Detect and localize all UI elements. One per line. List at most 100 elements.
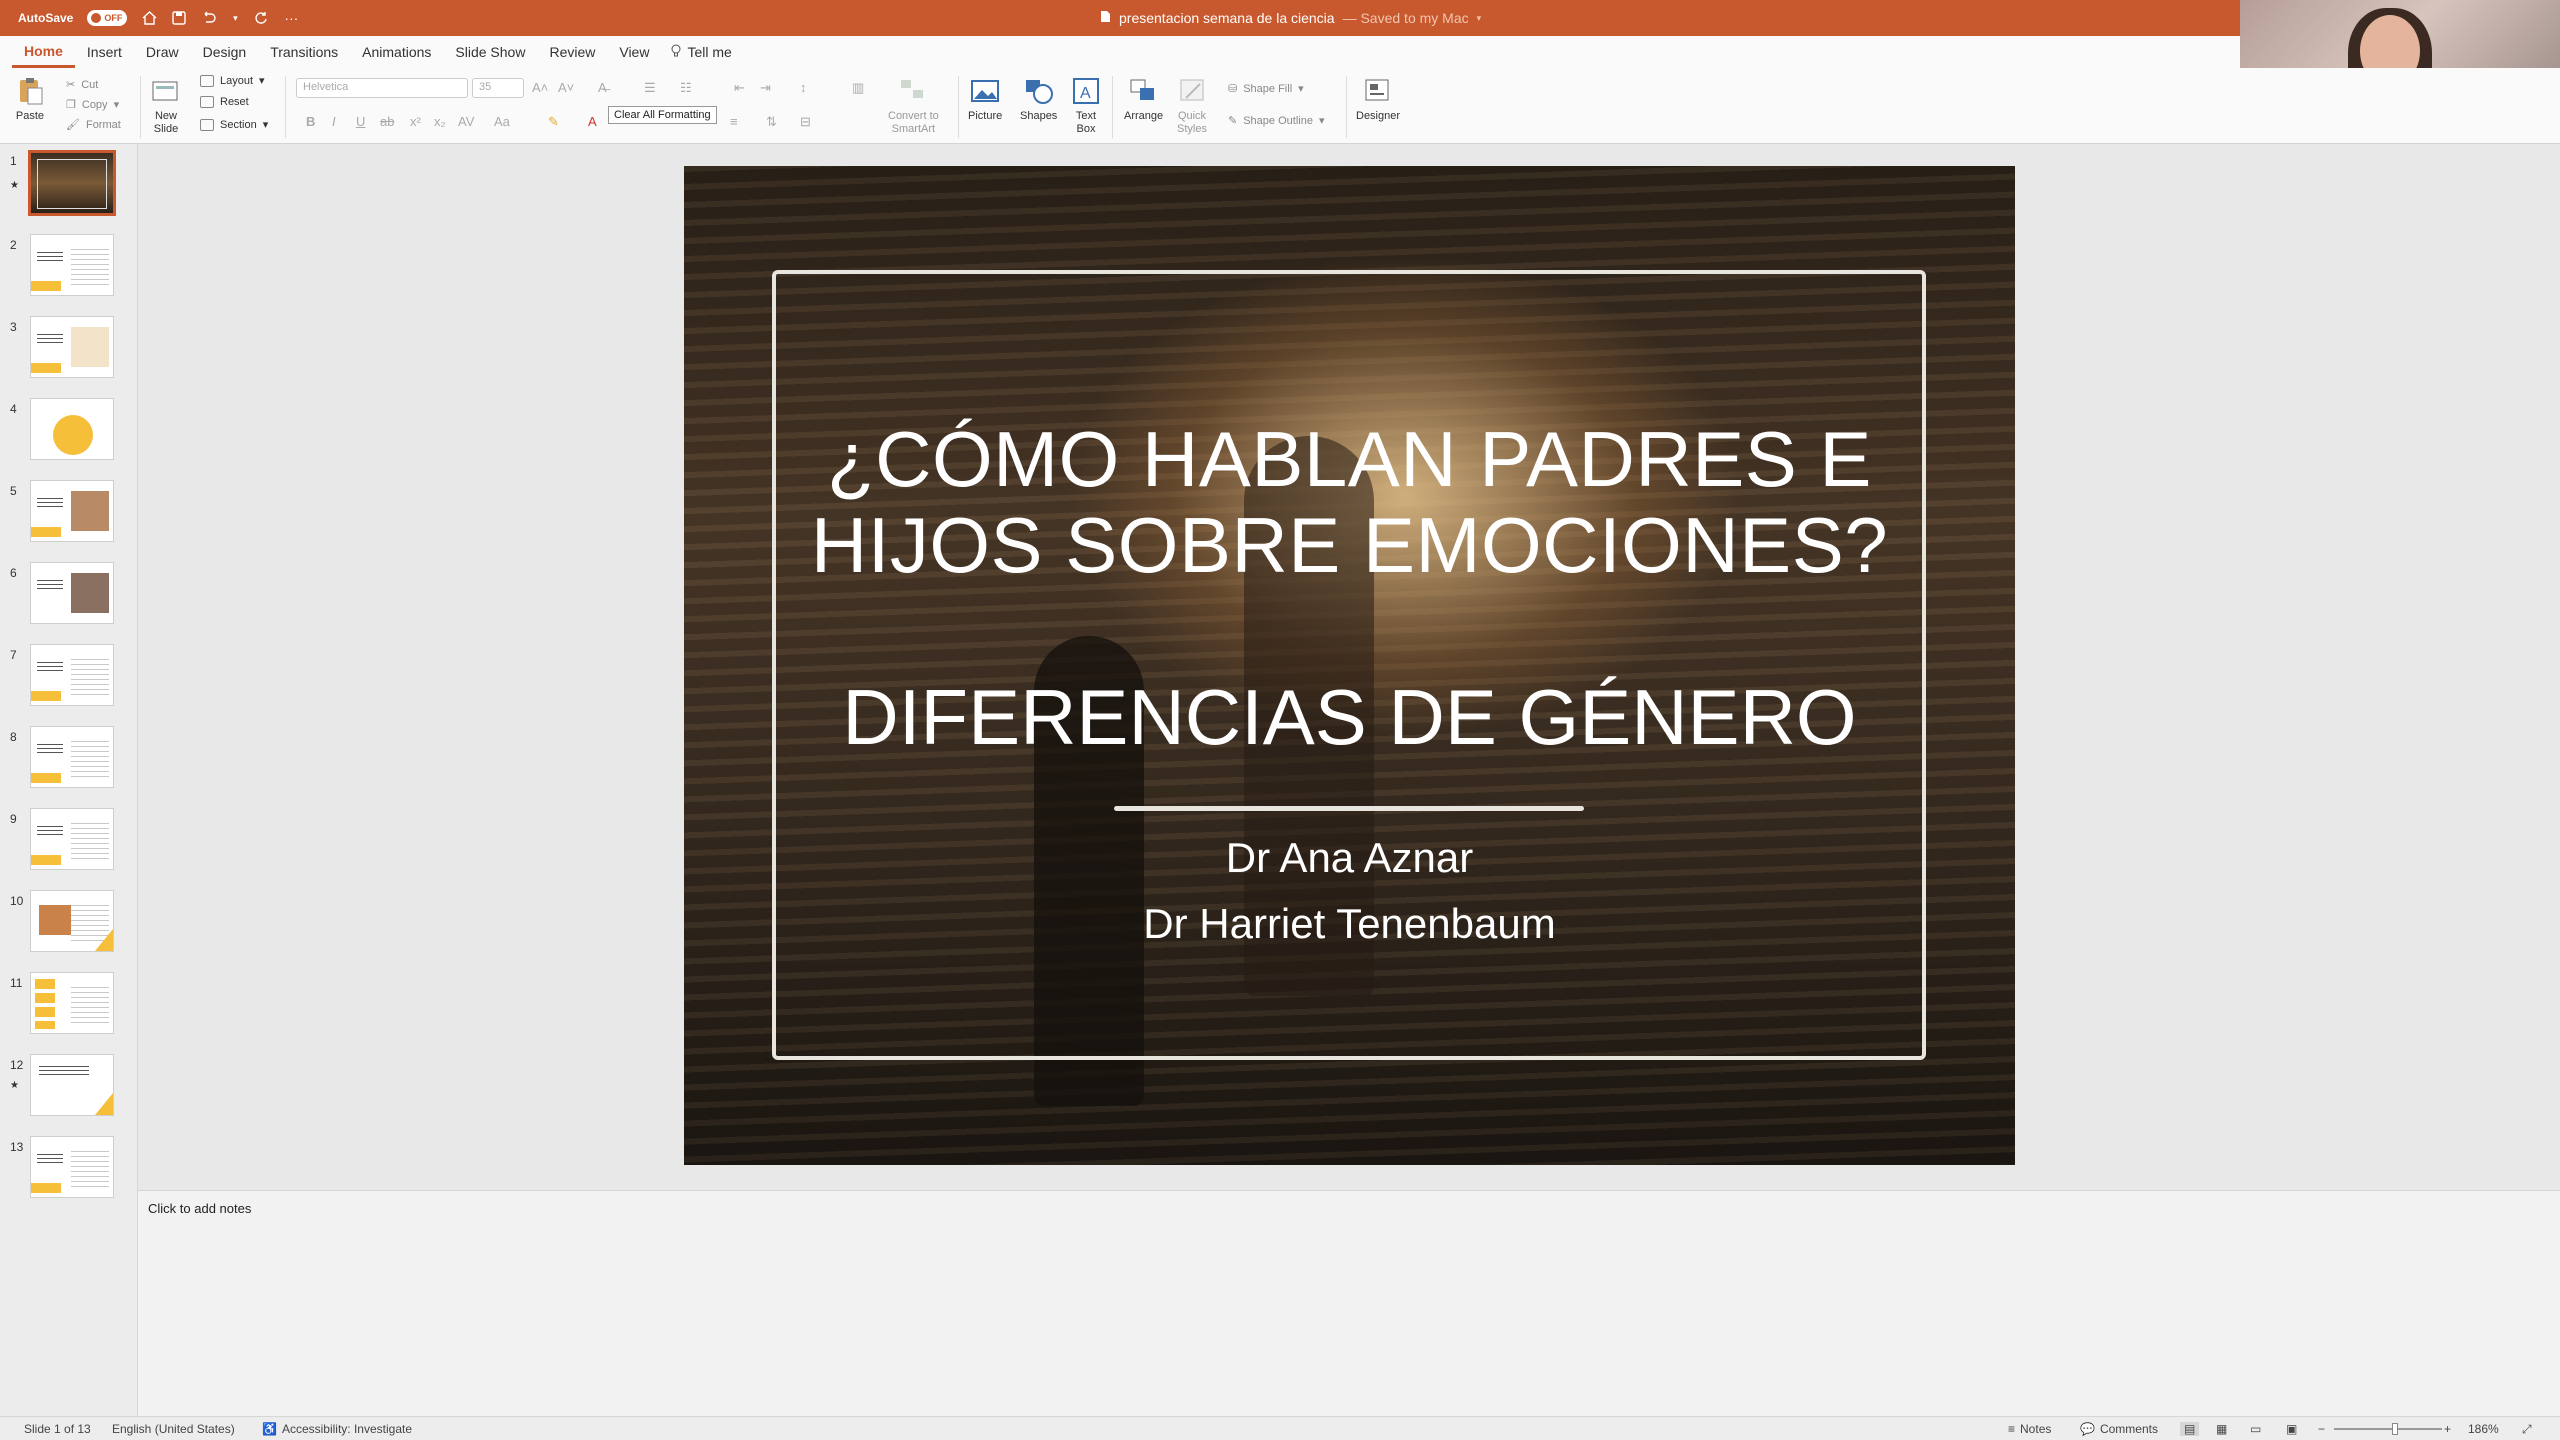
align-icon[interactable]: ≡ — [730, 114, 738, 129]
reset-button[interactable]: Reset — [200, 96, 249, 108]
copy-button[interactable]: ❐ Copy ▾ — [66, 98, 119, 112]
slide-thumbnail-6[interactable] — [30, 562, 114, 624]
increase-indent-icon[interactable]: ⇥ — [760, 80, 771, 96]
highlighter-icon[interactable]: ✎ — [548, 114, 559, 130]
shape-outline-button[interactable]: ✎ Shape Outline ▾ — [1228, 114, 1324, 128]
clear-formatting-icon[interactable]: A̶ — [598, 80, 607, 95]
zoom-level[interactable]: 186% — [2468, 1422, 2499, 1436]
slide-thumbnail-pane[interactable]: 1 ★ 2 3 4 5 6 7 8 9 10 11 12 ★ 13 — [0, 144, 138, 1416]
bullets-icon[interactable]: ☰ — [644, 80, 656, 96]
paste-button[interactable]: Paste — [14, 76, 46, 123]
author-1[interactable]: Dr Ana Aznar — [684, 834, 2015, 882]
align-text-icon[interactable]: ⊟ — [800, 114, 811, 130]
slide-thumbnail-2[interactable] — [30, 234, 114, 296]
thumbnail-photo — [71, 491, 109, 531]
numbering-icon[interactable]: ☷ — [680, 80, 692, 96]
designer-button[interactable]: Designer — [1356, 76, 1400, 123]
slide-thumbnail-11[interactable] — [30, 972, 114, 1034]
zoom-slider-thumb[interactable] — [2392, 1423, 2398, 1435]
slide-thumbnail-13[interactable] — [30, 1136, 114, 1198]
underline-icon[interactable]: U — [356, 114, 365, 129]
zoom-out-icon[interactable]: − — [2318, 1422, 2325, 1436]
strikethrough-icon[interactable]: ab — [380, 114, 394, 129]
tab-design[interactable]: Design — [191, 38, 259, 66]
subscript-icon[interactable]: x₂ — [434, 114, 446, 129]
character-spacing-icon[interactable]: AV — [458, 114, 474, 129]
zoom-in-icon[interactable]: + — [2444, 1422, 2451, 1436]
tab-insert[interactable]: Insert — [75, 38, 134, 66]
new-slide-icon — [152, 81, 178, 101]
line-spacing-icon[interactable]: ↕ — [800, 80, 807, 95]
decrease-font-icon[interactable]: A˅ — [558, 80, 574, 95]
slide-thumbnail-4[interactable] — [30, 398, 114, 460]
reading-view-icon[interactable]: ▭ — [2250, 1422, 2261, 1436]
arrange-button[interactable]: Arrange — [1124, 76, 1163, 123]
tab-slide-show[interactable]: Slide Show — [443, 38, 537, 66]
columns-icon[interactable]: ▥ — [852, 80, 864, 96]
undo-icon[interactable] — [201, 10, 217, 26]
font-color-icon[interactable]: A — [588, 114, 597, 129]
tab-transitions[interactable]: Transitions — [258, 38, 350, 66]
notes-placeholder[interactable]: Click to add notes — [148, 1201, 251, 1216]
slide-editor[interactable]: ¿CÓMO HABLAN PADRES E HIJOS SOBRE EMOCIO… — [138, 144, 2560, 1190]
slide-sorter-icon[interactable]: ▦ — [2216, 1422, 2227, 1436]
cut-button[interactable]: ✂ Cut — [66, 78, 98, 92]
layout-button[interactable]: Layout ▾ — [200, 74, 265, 87]
convert-smartart-button[interactable]: Convert to SmartArt — [888, 76, 939, 136]
picture-button[interactable]: Picture — [968, 76, 1002, 123]
save-icon[interactable] — [171, 10, 187, 26]
decrease-indent-icon[interactable]: ⇤ — [734, 80, 745, 96]
slide-thumbnail-5[interactable] — [30, 480, 114, 542]
tab-draw[interactable]: Draw — [134, 38, 191, 66]
notes-button[interactable]: ≡ Notes — [2008, 1422, 2051, 1436]
increase-font-icon[interactable]: A˄ — [532, 80, 548, 95]
italic-icon[interactable]: I — [332, 114, 336, 129]
chevron-down-icon[interactable]: ▾ — [1477, 13, 1482, 24]
shape-fill-button[interactable]: ⛁ Shape Fill ▾ — [1228, 82, 1304, 96]
fit-to-window-icon[interactable]: ⤢ — [2522, 1422, 2532, 1437]
tab-view[interactable]: View — [607, 38, 661, 66]
text-direction-icon[interactable]: ⇅ — [766, 114, 777, 130]
section-button[interactable]: Section ▾ — [200, 118, 268, 131]
font-name-select[interactable]: Helvetica — [296, 78, 468, 98]
tab-home[interactable]: Home — [12, 37, 75, 68]
slide-1[interactable]: ¿CÓMO HABLAN PADRES E HIJOS SOBRE EMOCIO… — [684, 166, 2015, 1165]
language[interactable]: English (United States) — [112, 1422, 235, 1436]
format-painter-button[interactable]: 🖌 Format — [66, 118, 121, 132]
chevron-down-icon[interactable]: ▾ — [231, 10, 239, 26]
thumbnail-accent — [31, 691, 61, 701]
quick-styles-button[interactable]: Quick Styles — [1176, 76, 1208, 136]
tab-animations[interactable]: Animations — [350, 38, 443, 66]
tab-review[interactable]: Review — [537, 38, 607, 66]
more-icon[interactable]: ··· — [283, 10, 299, 26]
tell-me[interactable]: Tell me — [661, 44, 732, 61]
new-slide-button[interactable]: New Slide — [150, 76, 182, 136]
slide-subtitle[interactable]: DIFERENCIAS DE GÉNERO — [684, 674, 2015, 760]
change-case-icon[interactable]: Aa — [494, 114, 510, 129]
text-box-button[interactable]: A Text Box — [1070, 76, 1102, 136]
notes-pane[interactable]: Click to add notes — [138, 1190, 2560, 1416]
slide-thumbnail-9[interactable] — [30, 808, 114, 870]
slide-number: 2 — [10, 238, 17, 252]
shapes-button[interactable]: Shapes — [1020, 76, 1057, 123]
zoom-slider[interactable] — [2334, 1428, 2442, 1430]
home-icon[interactable] — [141, 10, 157, 26]
slideshow-icon[interactable]: ▣ — [2286, 1422, 2297, 1436]
font-size-select[interactable]: 35 — [472, 78, 524, 98]
author-2[interactable]: Dr Harriet Tenenbaum — [684, 900, 2015, 948]
slide-title[interactable]: ¿CÓMO HABLAN PADRES E HIJOS SOBRE EMOCIO… — [684, 416, 2015, 588]
normal-view-icon[interactable]: ▤ — [2180, 1422, 2200, 1436]
slide-thumbnail-7[interactable] — [30, 644, 114, 706]
document-name: presentacion semana de la ciencia — [1119, 10, 1335, 26]
redo-icon[interactable] — [253, 10, 269, 26]
slide-thumbnail-8[interactable] — [30, 726, 114, 788]
accessibility-button[interactable]: ♿ Accessibility: Investigate — [262, 1422, 412, 1436]
comments-button[interactable]: 💬 Comments — [2080, 1422, 2158, 1436]
slide-thumbnail-1[interactable] — [28, 150, 116, 216]
superscript-icon[interactable]: x² — [410, 114, 421, 129]
bold-icon[interactable]: B — [306, 114, 315, 129]
slide-thumbnail-12[interactable] — [30, 1054, 114, 1116]
autosave-toggle[interactable]: OFF — [87, 10, 128, 26]
slide-thumbnail-3[interactable] — [30, 316, 114, 378]
slide-thumbnail-10[interactable] — [30, 890, 114, 952]
